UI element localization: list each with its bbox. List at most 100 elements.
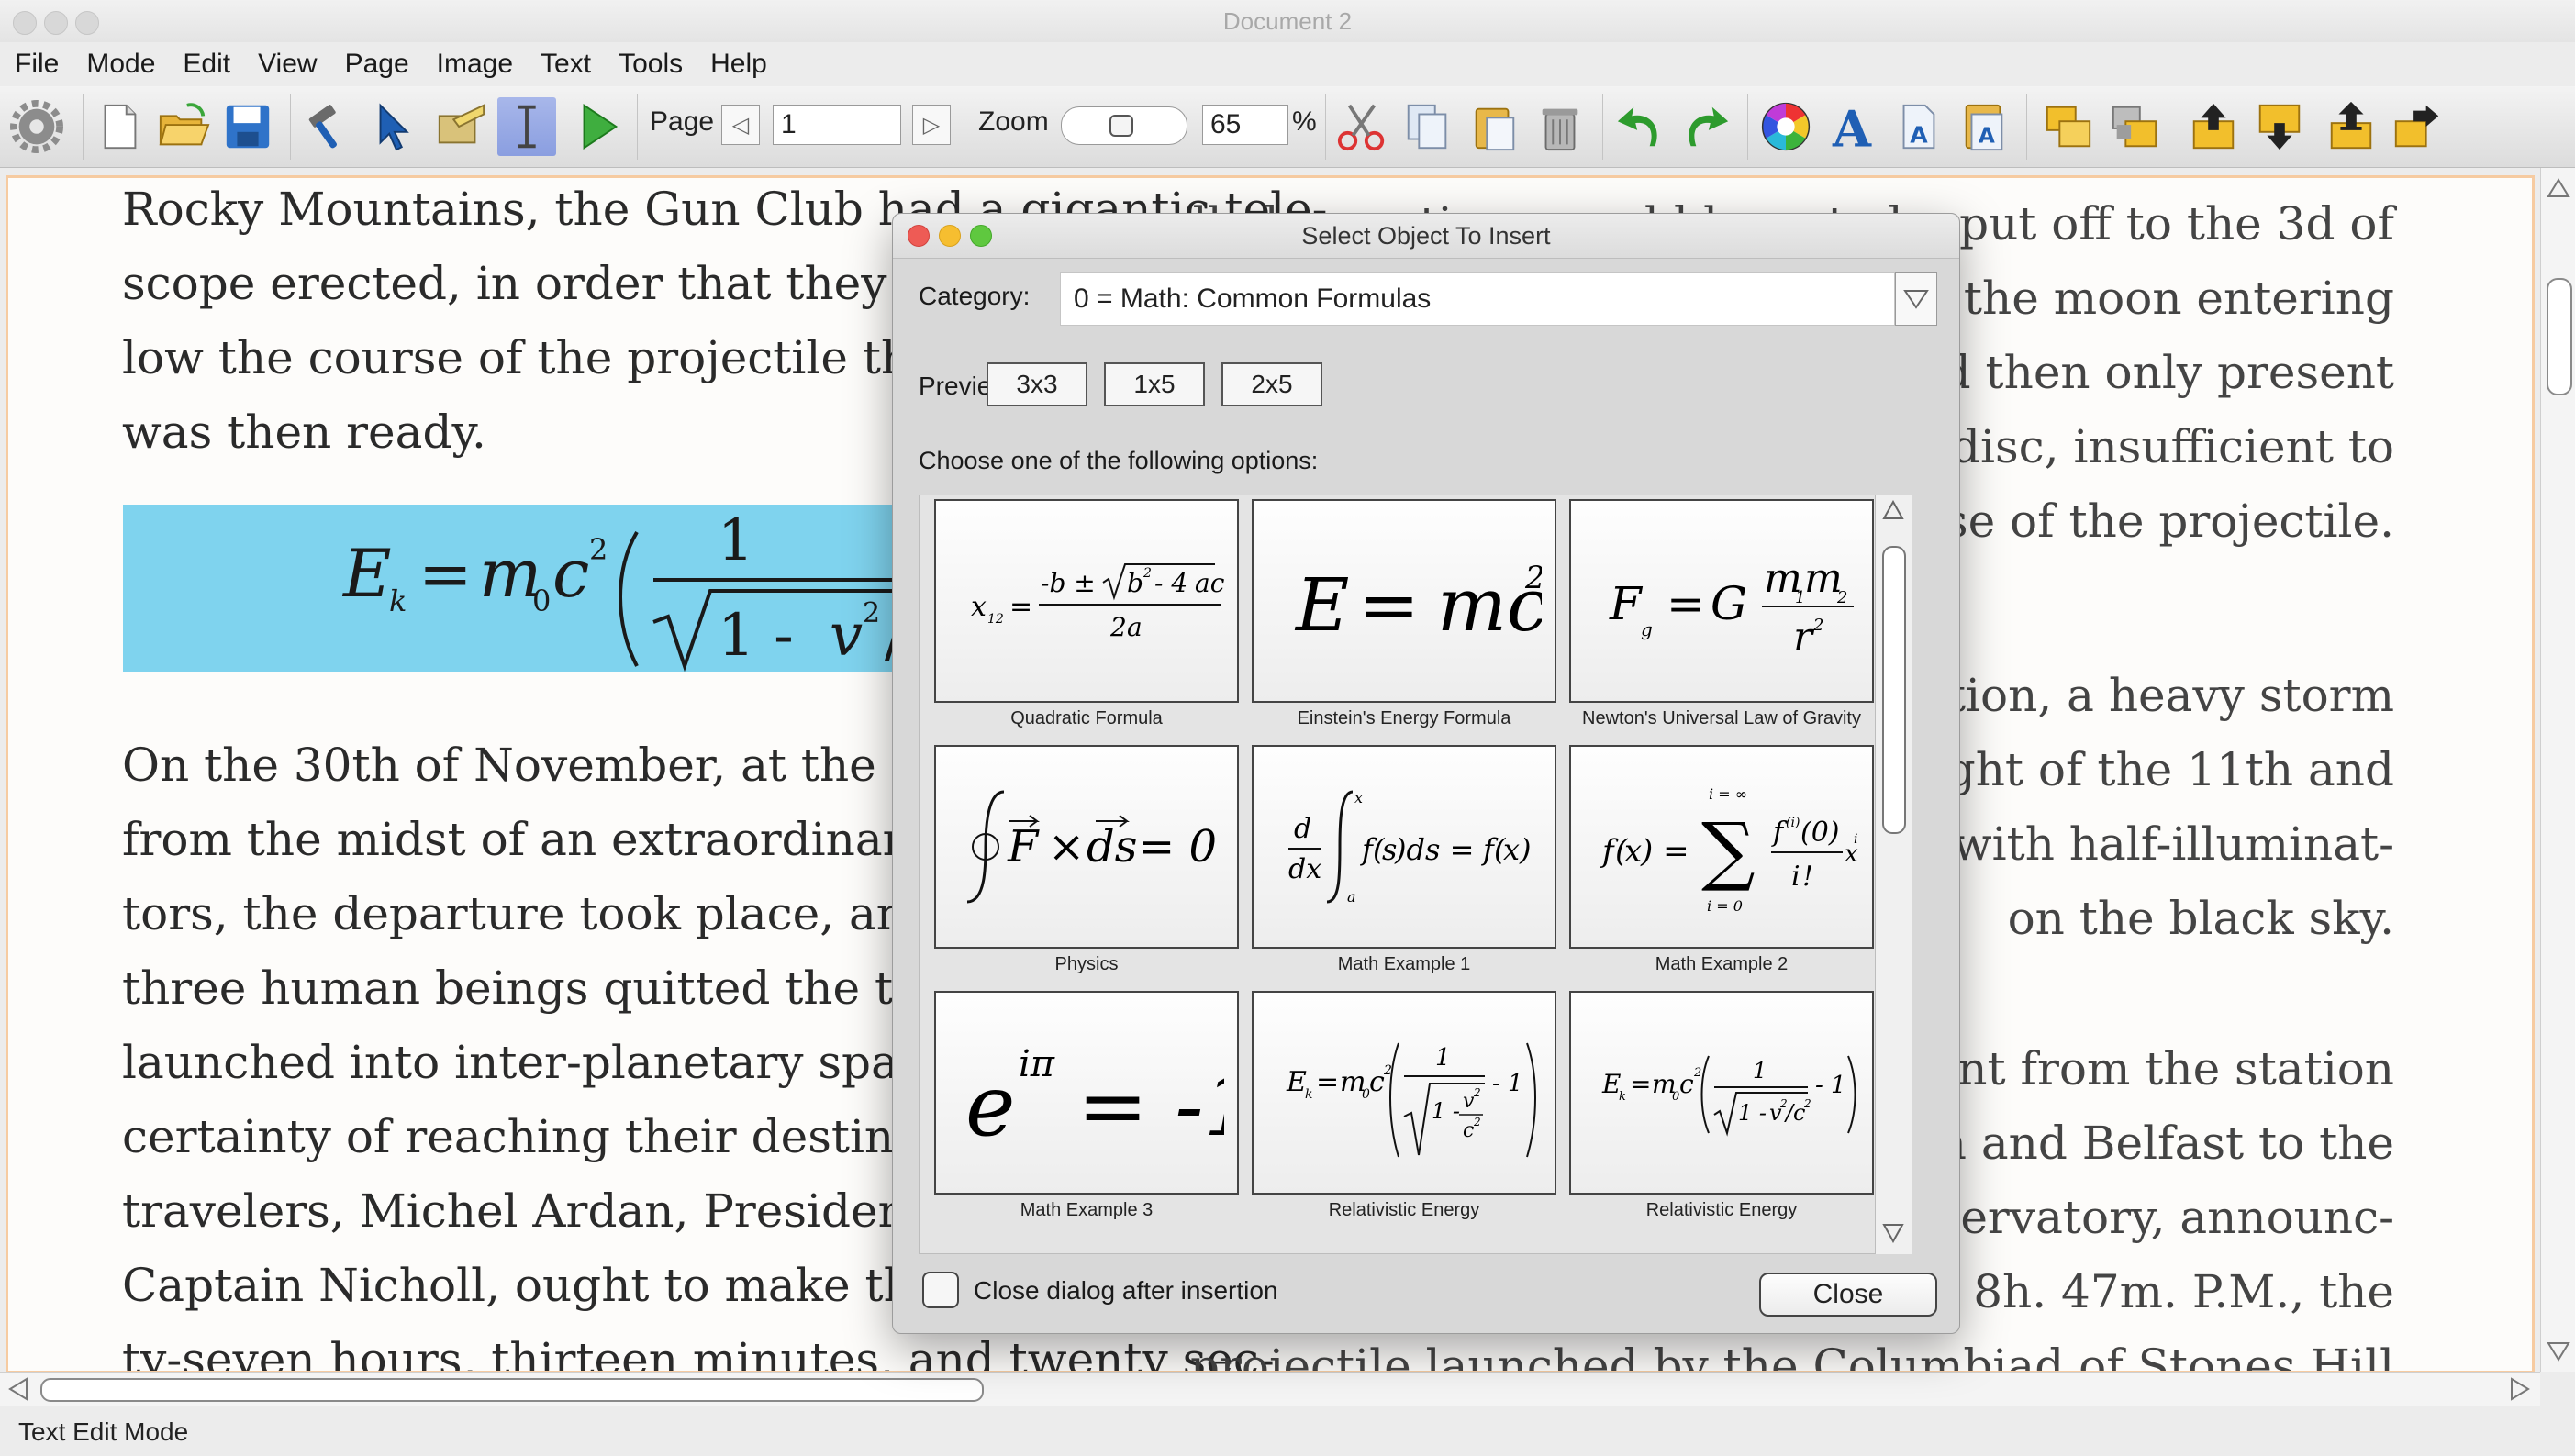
option-math-example-2[interactable]: f ( x ) = ∑ i = ∞ i = 0 f (i) (0) i ! x … <box>1569 745 1874 949</box>
move-down-icon[interactable] <box>2250 97 2309 156</box>
menu-view[interactable]: View <box>243 49 329 80</box>
cut-scissors-icon[interactable] <box>1332 97 1391 156</box>
options-scroll-up-icon[interactable] <box>1882 499 1904 524</box>
trash-icon[interactable] <box>1531 97 1589 156</box>
option-relativistic-energy-2[interactable]: E k = m 0 c 2 1 1 - v 2 / c 2 - 1 <box>1569 991 1874 1195</box>
horizontal-scroll-thumb[interactable] <box>40 1378 984 1402</box>
text-line[interactable]: , with half-illuminat- <box>1902 807 2394 882</box>
option-caption: Relativistic Energy <box>1328 1200 1480 1220</box>
option-math-example-1[interactable]: d dx x a f ( s )ds = f ( x ) <box>1252 745 1556 949</box>
close-after-insert-checkbox[interactable] <box>922 1272 959 1308</box>
move-to-back-icon[interactable] <box>2388 97 2447 156</box>
relativistic-energy-formula-object[interactable]: E k = m 0 c 2 1 1 - v 2 / c <box>123 505 949 672</box>
hammer-icon[interactable] <box>299 97 358 156</box>
settings-gear-icon[interactable] <box>7 97 66 156</box>
menu-page[interactable]: Page <box>330 49 422 80</box>
select-arrow-icon[interactable] <box>365 97 424 156</box>
prev-page-button[interactable]: ◁ <box>721 105 760 145</box>
zoom-input[interactable]: 65 <box>1202 105 1288 145</box>
formula-graphic: f ( x ) = ∑ i = ∞ i = 0 f (i) (0) i ! x … <box>1600 785 1858 915</box>
image-tool-icon[interactable] <box>431 97 490 156</box>
font-icon[interactable]: A <box>1823 97 1881 156</box>
options-scroll-down-icon[interactable] <box>1882 1223 1904 1247</box>
svg-text:): ) <box>1519 832 1531 867</box>
vertical-scrollbar[interactable] <box>2540 168 2575 1372</box>
new-document-icon[interactable] <box>90 97 149 156</box>
undo-icon[interactable] <box>1611 97 1670 156</box>
color-wheel-icon[interactable] <box>1756 97 1815 156</box>
svg-text:k: k <box>1619 1090 1626 1104</box>
svg-text:ac: ac <box>1195 568 1224 598</box>
svg-text:- 4: - 4 <box>1154 568 1187 598</box>
scroll-right-icon[interactable] <box>2503 1373 2536 1406</box>
preview-1x5-button[interactable]: 1x5 <box>1104 362 1205 406</box>
option-caption: Einstein's Energy Formula <box>1297 708 1511 728</box>
text-line[interactable]: on the black sky. <box>1902 882 2394 956</box>
formula-graphic: E k = m 0 c 2 1 1 - v 2 / c <box>341 506 949 672</box>
option-newton-gravity[interactable]: F g = G m 1 m 2 r 2 <box>1569 499 1874 703</box>
option-physics[interactable]: F × ds = 0 <box>934 745 1239 949</box>
category-select[interactable]: 0 = Math: Common Formulas <box>1060 272 1895 326</box>
svg-text:i: i <box>1791 861 1800 893</box>
options-grid: x 12 = -b ± b 2 - 4 ac 2 a Quadratic For… <box>919 495 1912 1254</box>
page-number-input[interactable]: 1 <box>773 105 901 145</box>
vertical-scroll-thumb[interactable] <box>2547 278 2572 395</box>
option-einstein-energy[interactable]: E = mc 2 <box>1252 499 1556 703</box>
move-to-front-icon[interactable] <box>2322 97 2380 156</box>
svg-text:1 -: 1 - <box>1738 1100 1767 1126</box>
svg-text:A: A <box>1832 100 1872 153</box>
option-caption: Math Example 1 <box>1337 954 1471 974</box>
bring-forward-icon[interactable] <box>2039 97 2098 156</box>
copy-icon[interactable] <box>1399 97 1457 156</box>
option-caption: Math Example 2 <box>1655 954 1789 974</box>
text-line[interactable]: ction, a heavy storm <box>1902 659 2394 733</box>
redo-icon[interactable] <box>1676 97 1734 156</box>
horizontal-scrollbar[interactable] <box>0 1372 2540 1406</box>
svg-text:= -1: = -1 <box>1077 1057 1224 1155</box>
move-up-icon[interactable] <box>2184 97 2243 156</box>
options-scrollbar[interactable] <box>1875 495 1912 1254</box>
svg-text:2: 2 <box>589 532 608 567</box>
option-relativistic-energy-1[interactable]: E k = m 0 c 2 1 1 - v 2 c 2 - 1 <box>1252 991 1556 1195</box>
text-line[interactable]: night of the 11th and <box>1902 733 2395 807</box>
scroll-up-icon[interactable] <box>2542 172 2575 205</box>
save-disk-icon[interactable] <box>218 97 277 156</box>
preview-2x5-button[interactable]: 2x5 <box>1221 362 1322 406</box>
menu-image[interactable]: Image <box>422 49 526 80</box>
menu-tools[interactable]: Tools <box>604 49 696 80</box>
scroll-down-icon[interactable] <box>2542 1335 2575 1368</box>
option-math-example-3[interactable]: e iπ = -1 <box>934 991 1239 1195</box>
next-page-button[interactable]: ▷ <box>912 105 951 145</box>
option-quadratic-formula[interactable]: x 12 = -b ± b 2 - 4 ac 2 a <box>934 499 1239 703</box>
svg-text:A: A <box>1979 123 1995 148</box>
close-button[interactable]: Close <box>1759 1273 1937 1317</box>
text-cursor-icon[interactable] <box>497 97 556 156</box>
send-backward-icon[interactable] <box>2105 97 2164 156</box>
preview-3x3-button[interactable]: 3x3 <box>987 362 1087 406</box>
text-line[interactable]: projectile launched by the Columbiad of … <box>1190 1329 2394 1371</box>
menu-text[interactable]: Text <box>526 49 604 80</box>
scroll-left-icon[interactable] <box>2 1373 35 1406</box>
svg-text:x: x <box>1624 833 1642 870</box>
status-bar: Text Edit Mode <box>0 1406 2575 1456</box>
text-box-icon[interactable]: A <box>1889 97 1947 156</box>
category-dropdown-button[interactable] <box>1895 272 1937 326</box>
zoom-slider-knob[interactable] <box>1109 115 1133 137</box>
play-icon[interactable] <box>569 97 628 156</box>
open-folder-icon[interactable] <box>154 97 213 156</box>
zoom-slider[interactable] <box>1061 106 1187 145</box>
menu-file[interactable]: File <box>0 49 72 80</box>
page-label: Page <box>650 106 715 137</box>
menu-mode[interactable]: Mode <box>72 49 168 80</box>
menu-edit[interactable]: Edit <box>168 49 243 80</box>
status-mode-text: Text Edit Mode <box>18 1417 189 1446</box>
formula-graphic: x 12 = -b ± b 2 - 4 ac 2 a <box>971 563 1224 642</box>
svg-text:x: x <box>1354 789 1363 806</box>
svg-text:i: i <box>1854 832 1857 847</box>
svg-text:) =: ) = <box>1640 833 1689 870</box>
right-column-text-2[interactable]: ction, a heavy storm night of the 11th a… <box>1902 659 2395 956</box>
menu-help[interactable]: Help <box>696 49 780 80</box>
paste-clipboard-icon[interactable] <box>1465 97 1523 156</box>
paste-text-icon[interactable]: A <box>1955 97 2013 156</box>
options-scroll-thumb[interactable] <box>1882 546 1906 834</box>
